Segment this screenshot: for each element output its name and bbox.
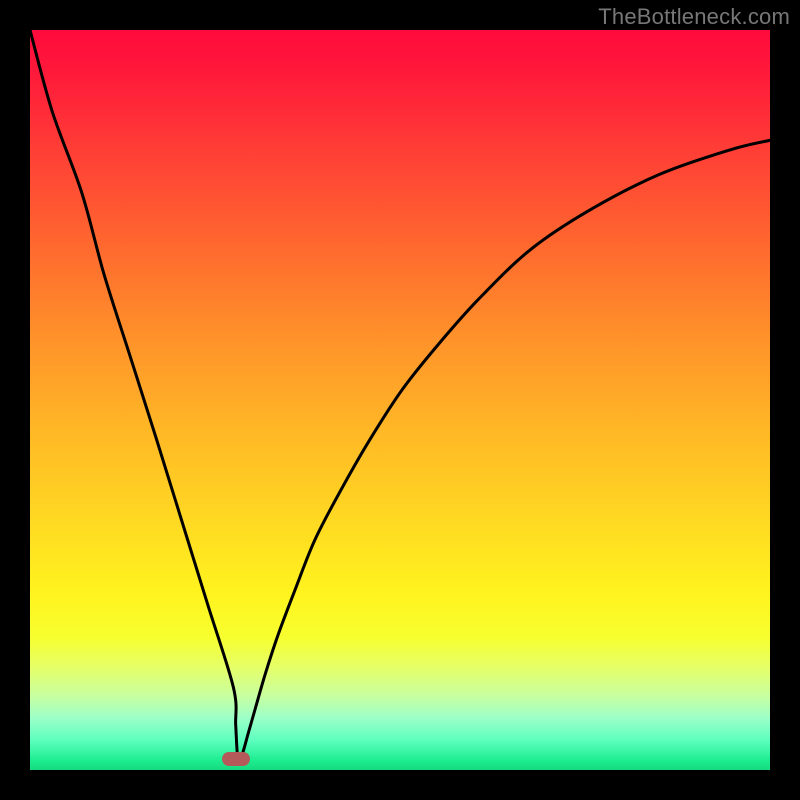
chart-frame: TheBottleneck.com	[0, 0, 800, 800]
curve-svg	[30, 30, 770, 770]
plot-area	[30, 30, 770, 770]
minimum-marker	[222, 752, 250, 766]
watermark-text: TheBottleneck.com	[598, 4, 790, 30]
bottleneck-curve	[30, 30, 770, 761]
